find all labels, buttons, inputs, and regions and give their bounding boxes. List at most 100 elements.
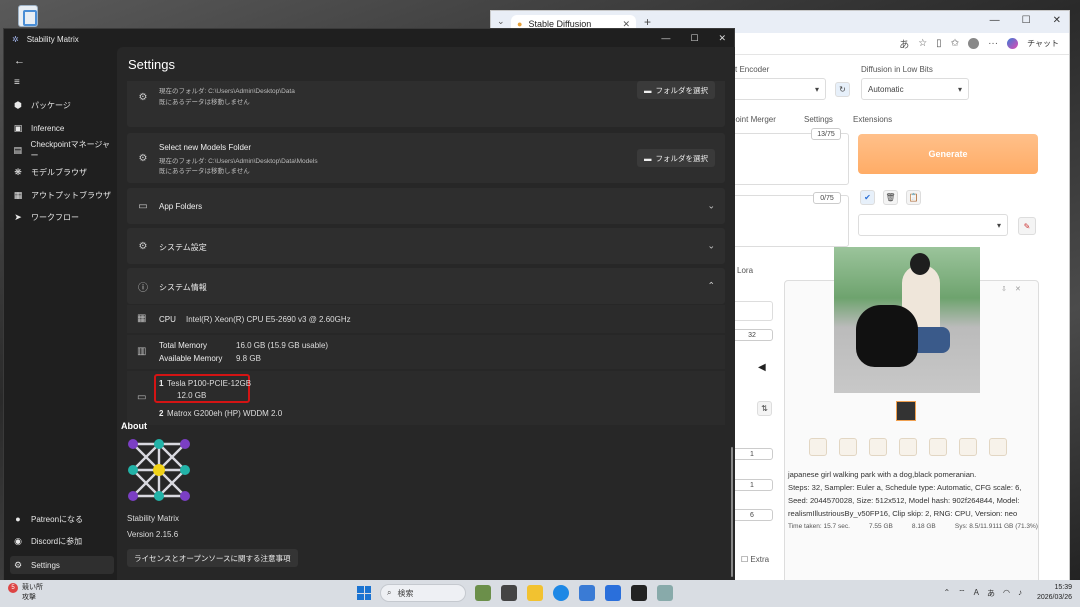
sidebar-item-workflows[interactable]: ➤ ワークフロー [10,208,114,226]
sidebar-item-label: Discordに参加 [31,536,83,546]
back-arrow-icon[interactable]: ← [14,55,25,67]
swap-dimensions-icon[interactable]: ⇅ [757,401,772,416]
generate-button[interactable]: Generate [858,134,1038,174]
send-to-extras-icon[interactable] [959,438,977,456]
swap-arrow-icon[interactable]: ◀ [758,362,766,373]
minimize-icon[interactable]: — [990,15,1000,26]
task-view-icon[interactable] [501,585,517,601]
clock[interactable]: 15:39 2026/03/26 [1037,583,1072,603]
steps-value[interactable]: 32 [731,329,773,341]
trash-icon[interactable]: 🗑 [883,190,898,205]
minimize-icon[interactable]: — [661,33,670,44]
wifi-icon[interactable]: ◠ [1003,588,1010,599]
weather-widget[interactable]: 5 競い所 攻撃 [8,583,43,602]
edge-icon[interactable] [553,585,569,601]
favorites-icon[interactable]: ✩ [951,38,959,49]
send-to-inpaint-icon[interactable] [929,438,947,456]
favorite-star-icon[interactable]: ☆ [918,38,927,49]
maximize-icon[interactable]: ☐ [690,33,698,44]
outlook-icon[interactable] [605,585,621,601]
image-thumbnail[interactable] [896,401,916,421]
sidebar-item-label: Checkpointマネージャー [30,140,111,160]
start-button[interactable] [357,586,371,600]
network-icon[interactable]: ⌔ [958,588,966,599]
open-folder-icon[interactable] [809,438,827,456]
system-tray: ⌃ ⌔ A あ ◠ ♪ [943,588,1022,599]
memory-icon: ▥ [137,346,147,357]
sidebar-item-checkpoint-manager[interactable]: ▤ Checkpointマネージャー [10,140,114,160]
sidebar-item-inference[interactable]: ▣ Inference [10,119,114,137]
models-folder-note: 既にあるデータは移動しません [159,168,250,175]
tab-settings[interactable]: Settings [804,115,833,124]
chevron-up-icon[interactable]: ⌃ [943,588,950,599]
patreon-icon: ● [15,514,21,524]
sampler-select[interactable] [731,301,773,321]
clipboard-icon[interactable]: 📋 [906,190,921,205]
lora-tab[interactable]: Lora [737,266,753,275]
vram-a: 7.55 GB [868,523,893,530]
close-gallery-icon[interactable]: ✕ [1015,285,1021,293]
more-icon[interactable]: ··· [988,38,998,49]
language-icon[interactable]: あ [987,588,995,599]
stability-matrix-taskbar-icon[interactable] [657,585,673,601]
sidebar-item-patreon[interactable]: ● Patreonになる [10,510,114,528]
maximize-icon[interactable]: ☐ [1022,15,1031,26]
sidebar-item-packages[interactable]: ⬢ パッケージ [10,96,114,114]
styles-select[interactable]: ▾ [858,214,1008,236]
tab-checkpoint-merger[interactable]: point Merger [731,115,776,124]
split-screen-icon[interactable]: ▯ [936,38,942,49]
file-explorer-icon[interactable] [527,585,543,601]
hamburger-menu-icon[interactable]: ≡ [14,77,20,88]
license-notice-button[interactable]: ライセンスとオープンソースに関する注意事項 [127,549,298,567]
send-to-img2img-icon[interactable] [899,438,917,456]
sidebar-item-model-browser[interactable]: ❋ モデルブラウザ [10,163,114,181]
input-method-icon[interactable]: A [974,588,979,599]
edit-styles-icon[interactable]: ✎ [1018,217,1036,235]
sidebar-item-label: Inference [31,123,65,133]
style-apply-icon[interactable]: ✔ [860,190,875,205]
store-icon[interactable] [579,585,595,601]
save-icon[interactable] [839,438,857,456]
system-info-expander[interactable]: ⓘ システム情報 ⌃ [127,268,725,304]
tab-list-chevron-icon[interactable]: ⌄ [497,16,505,27]
prompt-textarea[interactable] [731,133,849,185]
text-encoder-select[interactable]: ▾ [731,78,826,100]
cpu-row: ▦ CPU Intel(R) Xeon(R) CPU E5-2690 v3 @ … [127,305,725,333]
close-icon[interactable]: ✕ [718,33,726,44]
volume-icon[interactable]: ♪ [1018,588,1022,599]
tab-extensions[interactable]: Extensions [853,115,892,124]
clock-time: 15:39 [1054,584,1072,591]
widget-app-icon[interactable] [475,585,491,601]
batch-count-field[interactable]: 1 [731,448,773,460]
scrollbar[interactable] [731,447,733,577]
sidebar-item-settings[interactable]: ⚙ Settings [10,556,114,574]
gpu2-index: 2 [159,409,164,418]
profile-avatar-icon[interactable] [968,38,980,49]
new-tab-icon[interactable]: + [644,15,651,29]
copilot-icon[interactable] [1007,38,1019,49]
download-icon[interactable]: ⇩ [1001,285,1007,293]
close-icon[interactable]: ✕ [1053,15,1061,26]
generated-image[interactable] [834,247,980,393]
extra-checkbox[interactable]: ☐ Extra [741,555,769,564]
clock-date: 2026/03/26 [1036,594,1072,601]
batch-size-field[interactable]: 1 [731,479,773,491]
zip-icon[interactable] [869,438,887,456]
taskbar-search[interactable]: ⌕ 検索 [380,584,466,602]
sidebar-item-output-browser[interactable]: ▦ アウトプットブラウザ [10,186,114,204]
cfg-scale-field[interactable]: 6 [731,509,773,521]
select-models-folder-button[interactable]: ▬ フォルダを選択 [637,149,715,167]
select-data-folder-button[interactable]: ▬ フォルダを選択 [637,81,715,99]
sidebar-item-discord[interactable]: ◉ Discordに参加 [10,532,114,550]
available-memory-label: Available Memory [159,354,223,363]
person-head [910,253,930,275]
chat-label[interactable]: チャット [1027,38,1059,49]
translate-icon[interactable]: あ [899,36,909,51]
send-to-upscale-icon[interactable] [989,438,1007,456]
low-bits-select[interactable]: Automatic ▾ [861,78,969,100]
refresh-button[interactable]: ↻ [835,82,850,97]
app-folders-expander[interactable]: ▭ App Folders ⌄ [127,188,725,224]
system-settings-expander[interactable]: ⚙ システム設定 ⌄ [127,228,725,264]
terminal-icon[interactable] [631,585,647,601]
recycle-bin-icon[interactable] [18,5,38,27]
